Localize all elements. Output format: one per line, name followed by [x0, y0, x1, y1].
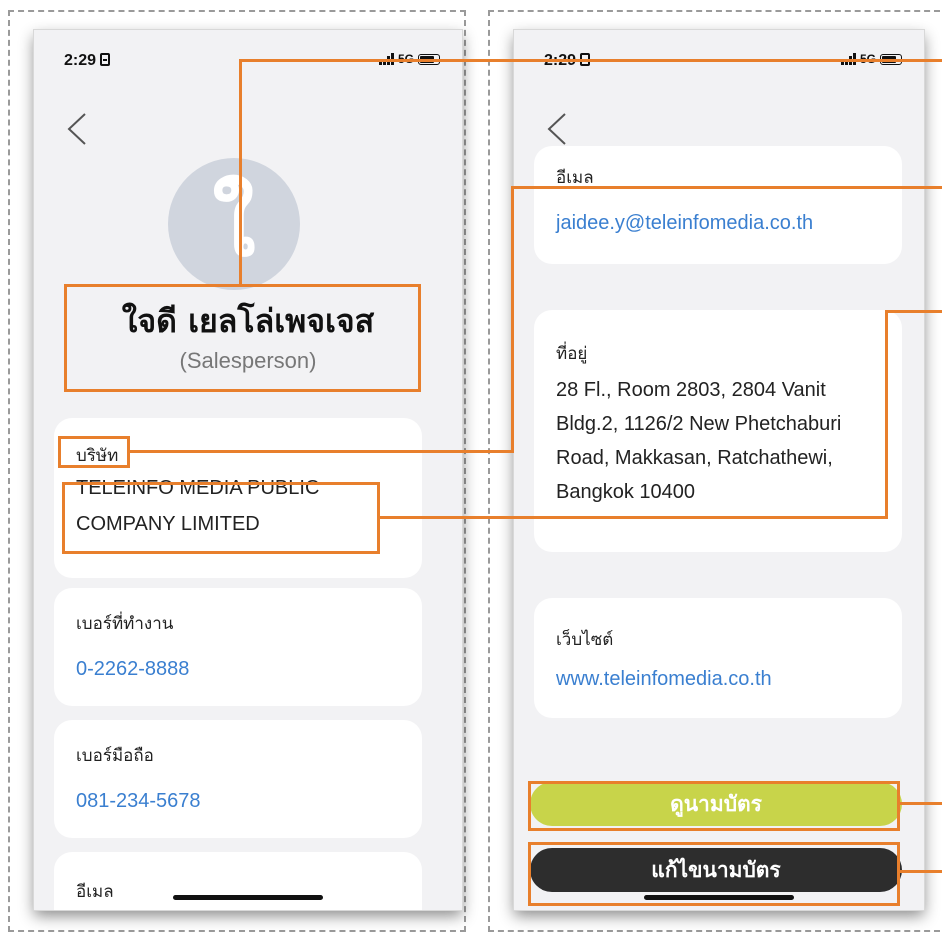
view-card-callout-box	[528, 781, 900, 831]
company-name-callout-box	[62, 482, 380, 554]
work-phone-link[interactable]: 0-2262-8888	[76, 658, 189, 681]
website-card: เว็บไซต์ www.teleinfomedia.co.th	[534, 598, 902, 718]
work-phone-label: เบอร์ที่ทำงาน	[76, 614, 174, 634]
name-callout-box	[64, 284, 421, 392]
callout-line-label-vertical	[511, 186, 514, 453]
address-line1: 28 Fl., Room 2803, 2804 Vanit	[556, 379, 826, 401]
phone-screen-profile-top: 2:29 5G ใ ใจดี เยลโล่เพจเจส (Salesperson…	[34, 30, 462, 910]
callout-line-label-top	[511, 186, 942, 189]
callout-line-company-horizontal	[380, 516, 888, 519]
status-time: 2:29	[64, 52, 111, 70]
sim-icon	[100, 53, 111, 66]
email-card: อีเมล	[54, 852, 422, 910]
callout-line-view-card	[900, 802, 942, 805]
callout-line-company-vertical	[885, 310, 888, 519]
home-indicator	[173, 895, 323, 900]
email-link[interactable]: jaidee.y@teleinfomedia.co.th	[556, 212, 813, 235]
website-label: เว็บไซต์	[556, 630, 614, 650]
company-label-callout-box	[58, 436, 130, 468]
callout-line-company-top	[885, 310, 942, 313]
callout-line-edit-card	[900, 870, 942, 873]
mobile-phone-label: เบอร์มือถือ	[76, 746, 154, 766]
edit-card-callout-box	[528, 842, 900, 906]
address-line4: Bangkok 10400	[556, 481, 696, 503]
mobile-phone-card: เบอร์มือถือ 081-234-5678	[54, 720, 422, 838]
callout-line-label-horizontal	[130, 450, 513, 453]
phone-screen-profile-bottom: 2:29 5G อีเมล jaidee.y@teleinfomedia.co.…	[514, 30, 924, 910]
website-link[interactable]: www.teleinfomedia.co.th	[556, 668, 772, 691]
callout-line-name-vertical	[239, 59, 242, 285]
email-card: อีเมล jaidee.y@teleinfomedia.co.th	[534, 146, 902, 264]
callout-line-name-horizontal	[239, 59, 942, 62]
mobile-phone-link[interactable]: 081-234-5678	[76, 790, 201, 813]
address-label: ที่อยู่	[556, 344, 588, 364]
address-line3: Road, Makkasan, Ratchathewi,	[556, 447, 833, 469]
address-line2: Bldg.2, 1126/2 New Phetchaburi	[556, 413, 842, 435]
work-phone-card: เบอร์ที่ทำงาน 0-2262-8888	[54, 588, 422, 706]
avatar: ใ	[168, 158, 300, 290]
back-arrow-icon[interactable]	[66, 112, 88, 146]
email-label: อีเมล	[76, 882, 114, 902]
back-arrow-icon[interactable]	[546, 112, 568, 146]
